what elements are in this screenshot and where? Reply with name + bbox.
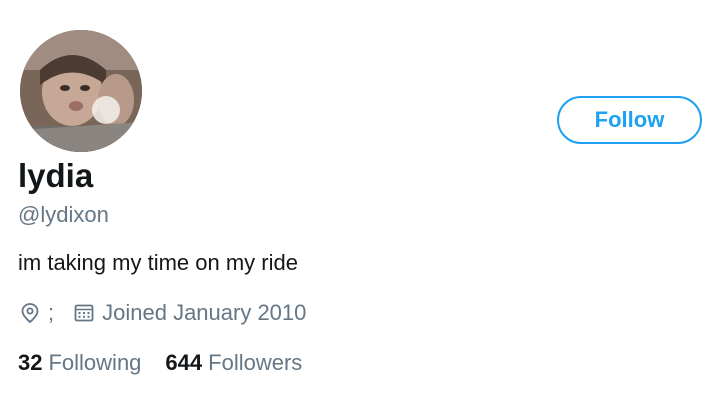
followers-link[interactable]: 644 Followers [165,348,302,378]
avatar[interactable] [20,30,142,152]
profile-meta: ; Joined January 2010 [20,298,306,328]
avatar-photo [20,30,142,152]
following-count: 32 [18,350,43,375]
joined-date: Joined January 2010 [102,300,307,325]
location-text: ; [48,300,55,325]
display-name: lydia [18,157,94,194]
follow-button[interactable]: Follow [557,96,702,144]
bio-text: im taking my time on my ride [18,250,298,275]
followers-label: Followers [208,350,303,375]
following-link[interactable]: 32 Following [18,348,141,378]
followers-count: 644 [165,350,203,375]
calendar-icon [74,303,94,323]
username-handle: @lydixon [18,202,109,227]
location-pin-icon [20,302,40,324]
following-label: Following [48,350,142,375]
profile-stats: 32 Following 644 Followers [18,348,302,378]
